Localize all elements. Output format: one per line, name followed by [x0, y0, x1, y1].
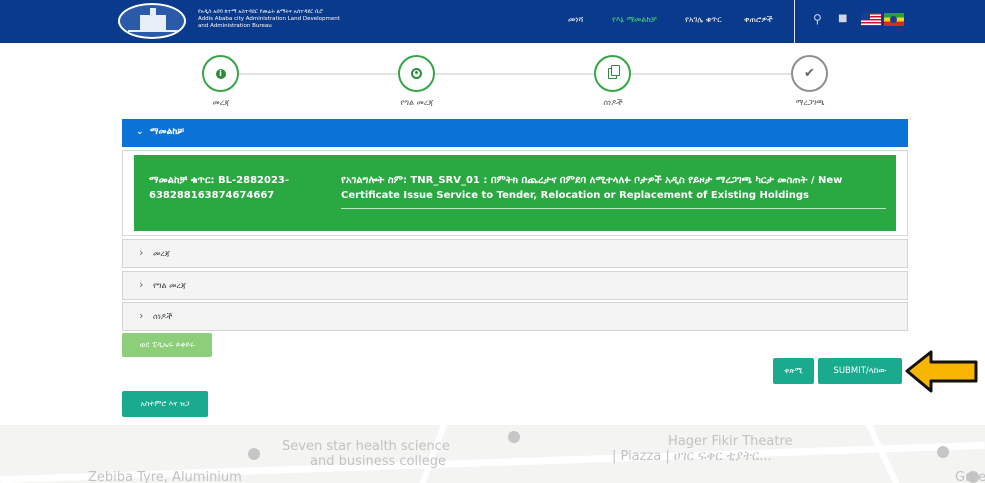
logo-line-amharic: የአዲስ አበባ ከተማ አስተዳደር የመሬት ልማትና አስተዳደር ቢሮ	[198, 9, 324, 15]
accordion-info[interactable]: › መረጃ	[122, 239, 908, 268]
map-label: and business college	[310, 454, 446, 469]
accordion-application-title: ማመልከቻ	[149, 127, 185, 137]
save-button[interactable]: ቀጽሚ	[773, 358, 814, 384]
logo-text: የአዲስ አበባ ከተማ አስተዳደር የመሬት ልማትና አስተዳደር ቢሮ …	[198, 9, 378, 30]
bureau-logo[interactable]	[118, 3, 186, 39]
documents-icon	[608, 65, 620, 79]
step-connector	[631, 73, 791, 75]
step-connector	[239, 73, 399, 75]
nav-home[interactable]: መነሻ	[568, 15, 583, 25]
submit-button[interactable]: SUBMIT/ላከው	[818, 358, 902, 384]
step-connector	[435, 73, 595, 75]
step-label-documents: ሰነዶች	[603, 98, 623, 107]
terms-close-button[interactable]: አስተምሮ እና ዝጋ	[122, 391, 208, 417]
lock-icon[interactable]: ■	[838, 13, 847, 24]
step-personal-info[interactable]	[398, 55, 435, 92]
ethiopia-flag-icon[interactable]	[884, 13, 904, 26]
accordion-documents[interactable]: › ሰነዶች	[122, 302, 908, 331]
chevron-down-icon: ⌄	[136, 127, 144, 137]
map-label: Seven star health science	[282, 439, 450, 454]
map-pin-icon	[937, 446, 949, 458]
accordion-info-title: መረጃ	[153, 249, 170, 258]
step-label-personal: የግል መረጃ	[400, 98, 434, 107]
chevron-right-icon: ›	[139, 246, 144, 259]
logo-line-english-2: and Administration Bureau	[198, 23, 272, 29]
step-documents[interactable]	[594, 55, 631, 92]
map-label: Zebiba Tyre, Aluminium	[88, 470, 242, 483]
check-icon: ✔	[804, 66, 815, 81]
nav-appointments[interactable]: ቀጠሮዎች	[744, 15, 773, 25]
search-icon[interactable]: ⚲	[813, 12, 822, 26]
map-label: Hager Fikir Theatre	[668, 434, 793, 449]
nav-divider	[794, 0, 795, 43]
nav-service-number[interactable]: የአገሌ ቁጥር	[685, 15, 722, 25]
logo-line-english-1: Addis Ababa city Administration Land Dev…	[198, 16, 340, 22]
accordion-personal-info-title: የግል መረጃ	[153, 281, 187, 290]
convert-pdf-button[interactable]: ወደ ፒዲኤፍ ይቀይሩ	[122, 333, 212, 357]
chevron-right-icon: ›	[139, 278, 144, 291]
map-label: Gree	[955, 470, 985, 483]
map-background[interactable]: Seven star health science and business c…	[0, 425, 985, 483]
pointer-arrow-icon	[905, 350, 978, 393]
us-flag-icon[interactable]	[861, 13, 881, 26]
map-label: | Piazza | ሀገር ፍቅር ቲያትር...	[612, 449, 772, 464]
accordion-personal-info[interactable]: › የግል መረጃ	[122, 271, 908, 300]
accordion-application-header[interactable]: ⌄ ማመልከቻ	[122, 119, 908, 147]
card-divider	[341, 208, 886, 209]
application-number: ማመልከቻ ቁጥር: BL-2882023-638288163874674667	[149, 175, 290, 201]
step-info[interactable]: i	[202, 55, 239, 92]
nav-my-applications[interactable]: የእኔ ማመልከቻ	[612, 15, 657, 25]
application-summary-card: ማመልከቻ ቁጥር: BL-2882023-638288163874674667…	[134, 155, 896, 231]
step-confirmation[interactable]: ✔	[791, 55, 828, 92]
map-pin-icon	[508, 431, 520, 443]
building-icon	[140, 8, 166, 31]
map-pin-icon	[248, 448, 260, 460]
step-label-info: መረጃ	[212, 98, 230, 107]
accordion-documents-title: ሰነዶች	[153, 312, 173, 321]
info-icon: i	[215, 68, 226, 79]
user-icon	[411, 68, 422, 79]
step-label-confirmation: ማረጋገጫ	[795, 98, 825, 107]
top-navbar: የአዲስ አበባ ከተማ አስተዳደር የመሬት ልማትና አስተዳደር ቢሮ …	[0, 0, 985, 43]
chevron-right-icon: ›	[139, 309, 144, 322]
service-name: የአገልግሎት ስም: TNR_SRV_01 : በምትክ በጨረታና በምደባ…	[341, 175, 843, 201]
